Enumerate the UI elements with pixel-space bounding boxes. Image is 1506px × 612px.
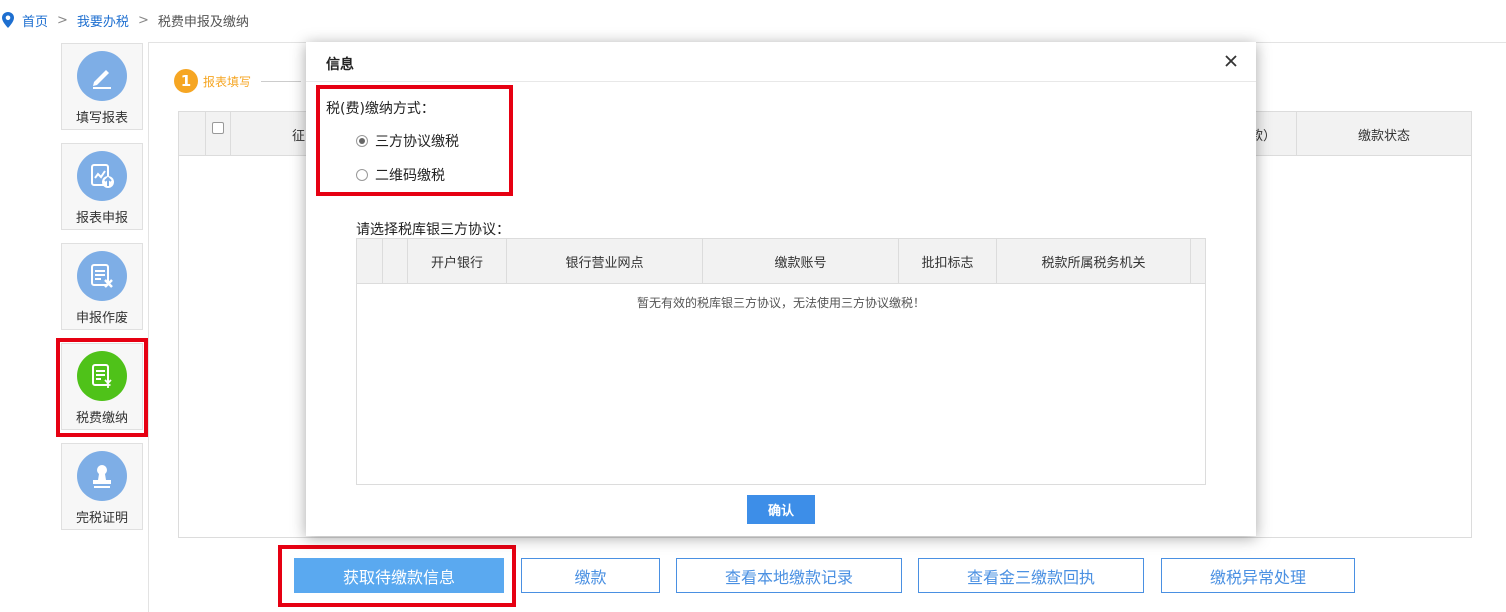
breadcrumb-section-link[interactable]: 我要办税 — [77, 11, 129, 30]
step-connector — [261, 80, 302, 82]
breadcrumb: 首页 > 我要办税 > 税费申报及缴纳 — [0, 10, 249, 30]
radio-three-party[interactable]: 三方协议缴税 — [356, 131, 459, 151]
protocol-table-header: 开户银行 银行营业网点 缴款账号 批扣标志 税款所属税务机关 — [357, 239, 1205, 284]
sidebar-item-label: 税费缴纳 — [75, 411, 128, 426]
protocol-table: 开户银行 银行营业网点 缴款账号 批扣标志 税款所属税务机关 暂无有效的税库银三… — [356, 238, 1206, 485]
tax-payment-icon — [92, 364, 112, 388]
dialog-title: 信息 — [326, 57, 354, 73]
step-indicator: 1 报表填写 — [174, 69, 302, 93]
nav-icon-circle — [77, 51, 127, 101]
breadcrumb-current: 税费申报及缴纳 — [157, 14, 249, 30]
radio-qr-code[interactable]: 二维码缴税 — [356, 165, 445, 185]
nav-icon-circle — [77, 151, 127, 201]
report-upload-icon — [91, 164, 114, 188]
view-jinsan-receipt-button[interactable]: 查看金三缴款回执 — [918, 558, 1144, 593]
sidebar-item-report-cancel[interactable]: 申报作废 — [61, 243, 143, 330]
nav-icon-circle — [77, 451, 127, 501]
sidebar-item-label: 申报作废 — [75, 311, 128, 326]
dialog-header: 信息 — [306, 42, 1256, 82]
sidebar-item-label: 完税证明 — [75, 511, 128, 526]
radio-label: 三方协议缴税 — [375, 134, 459, 150]
header-col-tax-authority: 税款所属税务机关 — [997, 239, 1191, 284]
info-dialog: 信息 税(费)缴纳方式： 三方协议缴税 二维码缴税 请选择税库银三方协议： 开户… — [306, 42, 1256, 536]
document-cancel-icon — [91, 264, 113, 288]
header-spacer — [179, 112, 206, 156]
radio-button[interactable] — [356, 135, 368, 147]
location-pin-icon — [2, 12, 14, 28]
step-number: 1 — [174, 69, 198, 93]
sidebar-item-label: 报表申报 — [75, 211, 128, 226]
confirm-button[interactable]: 确认 — [747, 495, 815, 524]
step-label: 报表填写 — [203, 74, 252, 89]
header-col-branch: 银行营业网点 — [507, 239, 703, 284]
tax-exception-button[interactable]: 缴税异常处理 — [1161, 558, 1355, 593]
sidebar-item-fill-report[interactable]: 填写报表 — [61, 43, 143, 130]
header-col-account: 缴款账号 — [703, 239, 899, 284]
pay-button[interactable]: 缴款 — [521, 558, 660, 593]
header-col-status: 缴款状态 — [1297, 112, 1472, 156]
radio-button[interactable] — [356, 169, 368, 181]
header-spacer — [357, 239, 383, 284]
breadcrumb-separator: > — [137, 12, 149, 28]
header-col-bank: 开户银行 — [408, 239, 507, 284]
header-col-batch-flag: 批扣标志 — [899, 239, 997, 284]
pencil-icon — [93, 70, 111, 89]
radio-label: 二维码缴税 — [375, 168, 445, 184]
header-radio-cell — [383, 239, 408, 284]
nav-icon-circle — [77, 251, 127, 301]
sidebar-item-tax-payment[interactable]: 税费缴纳 — [61, 343, 143, 430]
sidebar-item-tax-certificate[interactable]: 完税证明 — [61, 443, 143, 530]
fetch-pending-payment-button[interactable]: 获取待缴款信息 — [294, 558, 504, 593]
pay-method-label: 税(费)缴纳方式： — [326, 101, 435, 117]
empty-table-message: 暂无有效的税库银三方协议，无法使用三方协议缴税！ — [636, 296, 925, 310]
breadcrumb-separator: > — [57, 12, 68, 28]
select-all-checkbox[interactable] — [212, 122, 224, 134]
view-local-records-button[interactable]: 查看本地缴款记录 — [676, 558, 902, 593]
sidebar-item-report-submit[interactable]: 报表申报 — [61, 143, 143, 230]
breadcrumb-home-link[interactable]: 首页 — [22, 11, 48, 30]
protocol-label: 请选择税库银三方协议： — [356, 222, 510, 238]
header-checkbox-cell — [206, 112, 231, 156]
stamp-icon — [93, 465, 111, 488]
sidebar-item-label: 填写报表 — [75, 111, 128, 126]
nav-icon-circle — [77, 351, 127, 401]
close-icon[interactable] — [1222, 52, 1240, 70]
